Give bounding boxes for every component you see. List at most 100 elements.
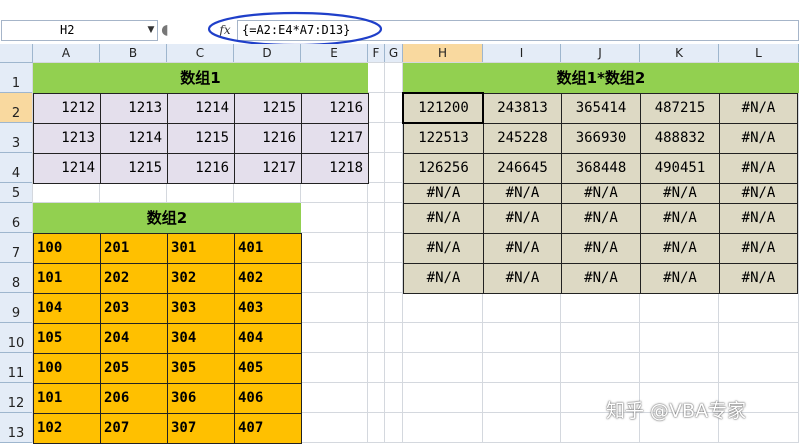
array1-cell[interactable]: 1216 xyxy=(301,93,369,124)
row-header[interactable]: 6 xyxy=(0,203,33,233)
array2-cell[interactable]: 102 xyxy=(33,413,101,444)
column-header[interactable]: I xyxy=(483,44,561,63)
result-cell[interactable]: 366930 xyxy=(561,123,641,154)
array2-cell[interactable]: 405 xyxy=(234,353,302,384)
array1-cell[interactable]: 1212 xyxy=(33,93,101,124)
select-all-corner[interactable] xyxy=(0,44,33,63)
row-header[interactable]: 3 xyxy=(0,123,33,153)
array1-cell[interactable]: 1215 xyxy=(167,123,235,154)
result-cell[interactable]: #N/A xyxy=(640,183,720,204)
array1-cell[interactable]: 1215 xyxy=(234,93,302,124)
row-header[interactable]: 8 xyxy=(0,263,33,293)
row-header[interactable]: 2 xyxy=(0,93,33,123)
column-header[interactable]: A xyxy=(33,44,100,63)
array2-cell[interactable]: 105 xyxy=(33,323,101,354)
result-cell[interactable]: 246645 xyxy=(483,153,562,184)
array2-cell[interactable]: 302 xyxy=(167,263,235,294)
row-header[interactable]: 5 xyxy=(0,183,33,203)
column-header[interactable]: H xyxy=(403,44,483,63)
column-header[interactable]: J xyxy=(561,44,640,63)
result-cell[interactable]: #N/A xyxy=(719,203,798,234)
resize-handle-icon[interactable]: ◖ xyxy=(160,20,170,41)
result-cell[interactable]: #N/A xyxy=(561,233,641,264)
active-cell-selection[interactable] xyxy=(402,92,484,124)
array2-cell[interactable]: 305 xyxy=(167,353,235,384)
result-cell[interactable]: #N/A xyxy=(719,263,798,294)
array1-title[interactable]: 数组1 xyxy=(33,63,368,93)
result-cell[interactable]: #N/A xyxy=(403,183,484,204)
array2-cell[interactable]: 206 xyxy=(100,383,168,414)
array2-cell[interactable]: 304 xyxy=(167,323,235,354)
array1-cell[interactable]: 1216 xyxy=(234,123,302,154)
array1-cell[interactable]: 1214 xyxy=(100,123,168,154)
result-cell[interactable]: #N/A xyxy=(561,263,641,294)
result-cell[interactable]: #N/A xyxy=(719,183,798,204)
array2-cell[interactable]: 407 xyxy=(234,413,302,444)
array1-cell[interactable]: 1216 xyxy=(167,153,235,184)
chevron-down-icon[interactable]: ▼ xyxy=(144,22,158,39)
result-cell[interactable]: #N/A xyxy=(403,263,484,294)
array2-cell[interactable]: 104 xyxy=(33,293,101,324)
column-header[interactable]: F xyxy=(368,44,385,63)
result-cell[interactable]: #N/A xyxy=(640,233,720,264)
column-header[interactable]: E xyxy=(301,44,368,63)
array1-cell[interactable]: 1217 xyxy=(301,123,369,154)
array2-cell[interactable]: 202 xyxy=(100,263,168,294)
result-title[interactable]: 数组1*数组2 xyxy=(403,63,799,93)
array2-cell[interactable]: 403 xyxy=(234,293,302,324)
result-cell[interactable]: #N/A xyxy=(483,183,562,204)
result-cell[interactable]: #N/A xyxy=(483,203,562,234)
array2-cell[interactable]: 401 xyxy=(234,233,302,264)
array2-cell[interactable]: 101 xyxy=(33,263,101,294)
column-header[interactable]: B xyxy=(100,44,167,63)
row-header[interactable]: 9 xyxy=(0,293,33,323)
array2-cell[interactable]: 205 xyxy=(100,353,168,384)
array2-cell[interactable]: 406 xyxy=(234,383,302,414)
result-cell[interactable]: 488832 xyxy=(640,123,720,154)
result-cell[interactable]: 245228 xyxy=(483,123,562,154)
row-header[interactable]: 7 xyxy=(0,233,33,263)
result-cell[interactable]: 487215 xyxy=(640,93,720,124)
result-cell[interactable]: 368448 xyxy=(561,153,641,184)
result-cell[interactable]: #N/A xyxy=(719,233,798,264)
array1-cell[interactable]: 1217 xyxy=(234,153,302,184)
array1-cell[interactable]: 1213 xyxy=(100,93,168,124)
array1-cell[interactable]: 1214 xyxy=(167,93,235,124)
result-cell[interactable]: 243813 xyxy=(483,93,562,124)
array2-cell[interactable]: 201 xyxy=(100,233,168,264)
row-header[interactable]: 11 xyxy=(0,353,33,383)
result-cell[interactable]: #N/A xyxy=(640,203,720,234)
column-header[interactable]: K xyxy=(640,44,719,63)
array2-cell[interactable]: 402 xyxy=(234,263,302,294)
result-cell[interactable]: 126256 xyxy=(403,153,484,184)
array2-cell[interactable]: 307 xyxy=(167,413,235,444)
result-cell[interactable]: #N/A xyxy=(719,93,798,124)
array2-cell[interactable]: 204 xyxy=(100,323,168,354)
result-cell[interactable]: #N/A xyxy=(561,183,641,204)
result-cell[interactable]: #N/A xyxy=(719,123,798,154)
array1-cell[interactable]: 1215 xyxy=(100,153,168,184)
result-cell[interactable]: 122513 xyxy=(403,123,484,154)
result-cell[interactable]: 490451 xyxy=(640,153,720,184)
array2-cell[interactable]: 100 xyxy=(33,353,101,384)
result-cell[interactable]: #N/A xyxy=(483,263,562,294)
result-cell[interactable]: #N/A xyxy=(561,203,641,234)
result-cell[interactable]: #N/A xyxy=(403,203,484,234)
array2-cell[interactable]: 404 xyxy=(234,323,302,354)
row-header[interactable]: 1 xyxy=(0,63,33,93)
result-cell[interactable]: #N/A xyxy=(719,153,798,184)
array1-cell[interactable]: 1214 xyxy=(33,153,101,184)
array2-title[interactable]: 数组2 xyxy=(33,203,301,233)
array2-cell[interactable]: 203 xyxy=(100,293,168,324)
array1-cell[interactable]: 1218 xyxy=(301,153,369,184)
array1-cell[interactable]: 1213 xyxy=(33,123,101,154)
name-box[interactable]: H2 xyxy=(1,20,158,41)
array2-cell[interactable]: 306 xyxy=(167,383,235,414)
array2-cell[interactable]: 100 xyxy=(33,233,101,264)
row-header[interactable]: 12 xyxy=(0,383,33,413)
row-header[interactable]: 13 xyxy=(0,413,33,443)
array2-cell[interactable]: 301 xyxy=(167,233,235,264)
array2-cell[interactable]: 303 xyxy=(167,293,235,324)
column-header[interactable]: C xyxy=(167,44,234,63)
array2-cell[interactable]: 101 xyxy=(33,383,101,414)
